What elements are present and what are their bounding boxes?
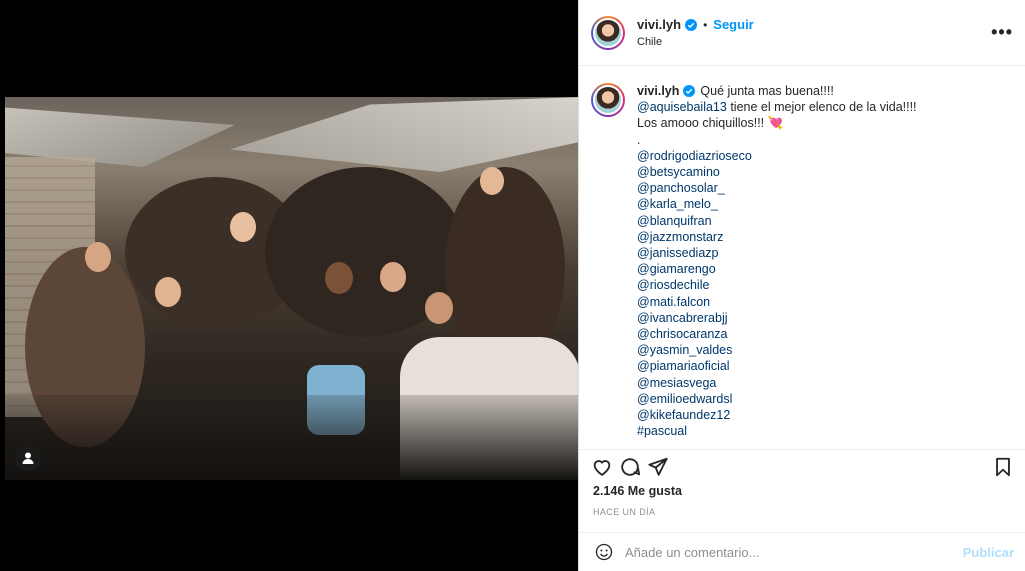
mention-link[interactable]: @ivancabrerabjj [637, 310, 917, 326]
post-header: vivi.lyh • Seguir Chile ••• [579, 0, 1025, 66]
verified-badge-icon [683, 85, 696, 98]
caption-text-line3: Los amooo chiquillos!!! [637, 116, 765, 131]
header-line: vivi.lyh • Seguir [637, 17, 754, 32]
publish-button[interactable]: Publicar [963, 545, 1014, 560]
mention-link[interactable]: @piamariaoficial [637, 358, 917, 374]
face [230, 212, 256, 242]
mentions-list: @rodrigodiazrioseco @betsycamino @panchoso… [637, 148, 917, 423]
caption-dot-line: . [637, 132, 641, 147]
share-icon[interactable] [647, 456, 669, 478]
umbrella-right [230, 97, 578, 172]
caption-section: vivi.lyh Qué junta mas buena!!!! @aquise… [579, 66, 1025, 450]
header-info: vivi.lyh • Seguir Chile [637, 17, 754, 48]
comment-input[interactable] [625, 544, 963, 560]
post-timestamp: HACE UN DÍA [593, 507, 656, 517]
follow-button[interactable]: Seguir [713, 17, 753, 32]
hashtag-link[interactable]: #pascual [637, 423, 917, 439]
caption-username[interactable]: vivi.lyh [637, 83, 679, 99]
caption-text-line2: tiene el mejor elenco de la vida!!!! [726, 100, 917, 115]
face [85, 242, 111, 272]
face [325, 262, 353, 294]
mention-link[interactable]: @aquisebaila13 [637, 100, 727, 114]
location-link[interactable]: Chile [637, 36, 754, 48]
mention-link[interactable]: @giamarengo [637, 261, 917, 277]
mention-link[interactable]: @riosdechile [637, 277, 917, 293]
face [380, 262, 406, 292]
mention-link[interactable]: @betsycamino [637, 164, 917, 180]
comment-icon[interactable] [619, 456, 641, 478]
verified-badge-icon [685, 18, 698, 31]
caption-text-line1: Qué junta mas buena!!!! [700, 84, 834, 98]
bookmark-icon[interactable] [992, 456, 1014, 478]
likes-count[interactable]: 2.146 Me gusta [593, 484, 682, 498]
heart-icon[interactable] [591, 456, 613, 478]
tagged-users-button[interactable] [15, 445, 41, 471]
mention-link[interactable]: @mesiasvega [637, 375, 917, 391]
face [155, 277, 181, 307]
mention-link[interactable]: @yasmin_valdes [637, 342, 917, 358]
mention-link[interactable]: @mati.falcon [637, 294, 917, 310]
caption-line3: Los amooo chiquillos!!! 💘 [637, 115, 917, 131]
caption-line2: @aquisebaila13 tiene el mejor elenco de … [637, 99, 917, 115]
mention-link[interactable]: @panchosolar_ [637, 180, 917, 196]
instagram-post-modal: vivi.lyh • Seguir Chile ••• vivi.lyh Qué… [0, 0, 1025, 571]
post-side-panel: vivi.lyh • Seguir Chile ••• vivi.lyh Qué… [578, 0, 1025, 571]
mention-link[interactable]: @blanquifran [637, 213, 917, 229]
mention-link[interactable]: @rodrigodiazrioseco [637, 148, 917, 164]
mention-link[interactable]: @chrisocaranza [637, 326, 917, 342]
face [425, 292, 453, 324]
comment-bar: Publicar [579, 532, 1025, 571]
caption-first-line: vivi.lyh Qué junta mas buena!!!! [637, 83, 917, 99]
separator-dot: • [703, 17, 708, 32]
mention-link[interactable]: @kikefaundez12 [637, 407, 917, 423]
mention-link[interactable]: @jazzmonstarz [637, 229, 917, 245]
avatar[interactable] [591, 15, 625, 50]
mention-link[interactable]: @janissediazp [637, 245, 917, 261]
username-link[interactable]: vivi.lyh [637, 17, 681, 32]
more-options-icon[interactable]: ••• [991, 22, 1013, 43]
heart-emoji-icon: 💘 [767, 116, 784, 131]
caption-avatar[interactable] [591, 83, 625, 117]
emoji-icon[interactable] [595, 543, 613, 561]
post-photo[interactable] [5, 97, 578, 480]
user-icon [22, 452, 34, 464]
action-bar [579, 452, 1025, 482]
caption-body: vivi.lyh Qué junta mas buena!!!! @aquise… [637, 83, 917, 449]
media-area [0, 0, 578, 571]
mention-link[interactable]: @karla_melo_ [637, 196, 917, 212]
mention-link[interactable]: @emilioedwardsl [637, 391, 917, 407]
table-foreground [5, 395, 578, 480]
face [480, 167, 504, 195]
